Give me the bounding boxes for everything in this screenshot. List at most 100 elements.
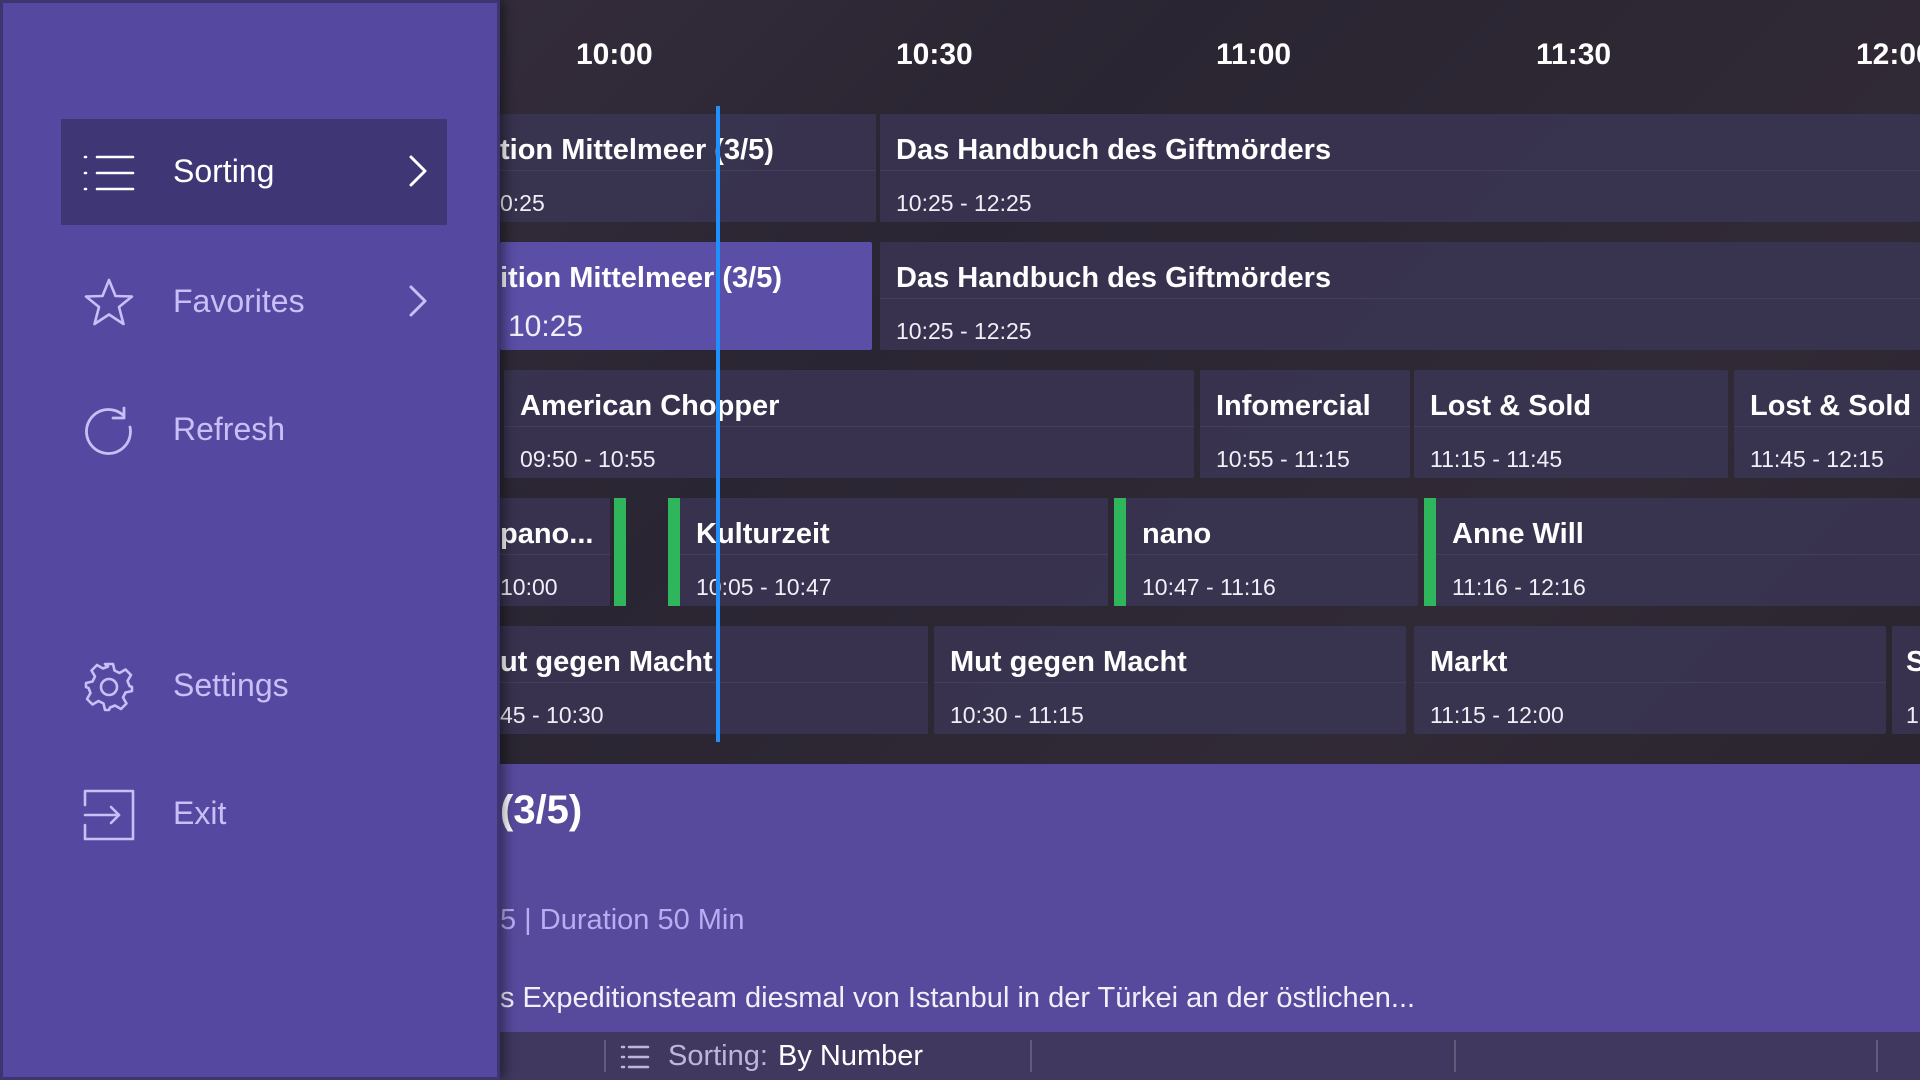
program-title: Infomercial bbox=[1216, 390, 1371, 422]
program-cell[interactable]: ut gegen Macht 45 - 10:30 bbox=[500, 626, 928, 734]
program-cell[interactable]: S 1 bbox=[1892, 626, 1920, 734]
program-cell[interactable]: Anne Will 11:16 - 12:16 bbox=[1436, 498, 1920, 606]
cell-divider bbox=[1414, 682, 1886, 683]
menu-item-exit[interactable]: Exit bbox=[61, 761, 447, 867]
menu-item-label: Refresh bbox=[173, 411, 286, 447]
program-time: 11:16 - 12:16 bbox=[1452, 574, 1586, 600]
program-title: Markt bbox=[1430, 646, 1508, 678]
list-icon bbox=[83, 155, 135, 191]
program-time: 10:30 - 11:15 bbox=[950, 702, 1084, 728]
cell-divider bbox=[1436, 554, 1920, 555]
channel-row: pano... 10:00 Kulturzeit 10:05 - 10:47 n… bbox=[500, 492, 1920, 610]
detail-meta: 5 | Duration 50 Min bbox=[500, 904, 745, 936]
program-time: 10:47 - 11:16 bbox=[1142, 574, 1276, 600]
program-title: tion Mittelmeer (3/5) bbox=[500, 134, 774, 166]
menu-item-label: Exit bbox=[173, 795, 227, 831]
cell-divider bbox=[500, 554, 610, 555]
menu-item-favorites[interactable]: Favorites bbox=[61, 249, 447, 355]
marker-bar bbox=[1114, 498, 1126, 606]
gap bbox=[630, 498, 632, 606]
program-title: Das Handbuch des Giftmörders bbox=[896, 262, 1332, 294]
program-title: Anne Will bbox=[1452, 518, 1584, 550]
program-cell[interactable]: tion Mittelmeer (3/5) 0:25 bbox=[500, 114, 876, 222]
time-tick: 11:30 bbox=[1536, 38, 1612, 71]
program-cell[interactable]: Das Handbuch des Giftmörders 10:25 - 12:… bbox=[880, 114, 1920, 222]
cell-divider bbox=[1126, 554, 1418, 555]
time-tick: 11:00 bbox=[1216, 38, 1292, 71]
program-cell[interactable]: Kulturzeit 10:05 - 10:47 bbox=[680, 498, 1108, 606]
time-tick: 10:00 bbox=[576, 38, 653, 71]
refresh-icon bbox=[85, 406, 132, 455]
marker-bar bbox=[614, 498, 626, 606]
program-cell[interactable]: Markt 11:15 - 12:00 bbox=[1414, 626, 1886, 734]
status-bar: Sorting: By Number bbox=[500, 1032, 1920, 1080]
channel-row: ut gegen Macht 45 - 10:30 Mut gegen Mach… bbox=[500, 620, 1920, 738]
status-divider bbox=[1030, 1040, 1032, 1072]
program-title: S bbox=[1906, 646, 1920, 678]
marker-bar bbox=[668, 498, 680, 606]
channel-row: tion Mittelmeer (3/5) 0:25 Das Handbuch … bbox=[500, 108, 1920, 226]
channel-row: ition Mittelmeer (3/5) 10:25 Das Handbuc… bbox=[500, 236, 1920, 354]
sorting-value: By Number bbox=[778, 1040, 924, 1072]
exit-icon bbox=[83, 789, 135, 841]
program-cell[interactable]: pano... 10:00 bbox=[500, 498, 610, 606]
detail-title: (3/5) bbox=[500, 788, 583, 832]
program-time: 0:25 bbox=[500, 190, 545, 216]
program-title: Lost & Sold bbox=[1430, 390, 1592, 422]
program-title: ition Mittelmeer (3/5) bbox=[500, 262, 782, 294]
cell-divider bbox=[1414, 426, 1728, 427]
cell-divider bbox=[1734, 426, 1920, 427]
channel-row: American Chopper 09:50 - 10:55 Infomerci… bbox=[500, 364, 1920, 482]
chevron-right-icon bbox=[409, 155, 427, 187]
program-time: 1 bbox=[1906, 702, 1919, 728]
menu-item-label: Favorites bbox=[173, 283, 305, 319]
menu-item-settings[interactable]: Settings bbox=[61, 633, 447, 739]
program-time: 11:45 - 12:15 bbox=[1750, 446, 1884, 472]
detail-description: s Expeditionsteam diesmal von Istanbul i… bbox=[500, 982, 1416, 1014]
program-time: 10:55 - 11:15 bbox=[1216, 446, 1350, 472]
cell-divider bbox=[934, 682, 1406, 683]
program-title: ut gegen Macht bbox=[500, 646, 713, 678]
cell-divider bbox=[500, 170, 876, 171]
cell-divider bbox=[880, 298, 1920, 299]
status-divider bbox=[604, 1040, 606, 1072]
program-cell[interactable]: Lost & Sold 11:45 - 12:15 bbox=[1734, 370, 1920, 478]
program-time: 11:15 - 11:45 bbox=[1430, 446, 1563, 472]
program-cell[interactable]: American Chopper 09:50 - 10:55 bbox=[504, 370, 1194, 478]
list-icon bbox=[620, 1045, 650, 1069]
gear-icon bbox=[84, 662, 134, 712]
cell-divider bbox=[880, 170, 1920, 171]
program-time: 10:25 bbox=[508, 310, 584, 343]
program-title: nano bbox=[1142, 518, 1212, 550]
program-cell[interactable]: Lost & Sold 11:15 - 11:45 bbox=[1414, 370, 1728, 478]
program-title: Das Handbuch des Giftmörders bbox=[896, 134, 1332, 166]
epg-grid: tion Mittelmeer (3/5) 0:25 Das Handbuch … bbox=[500, 108, 1920, 748]
timeline-header: 10:00 10:30 11:00 11:30 12:00 bbox=[500, 0, 1920, 104]
menu-item-label: Settings bbox=[173, 667, 289, 703]
menu-item-sorting[interactable]: Sorting bbox=[61, 119, 447, 225]
marker-bar bbox=[1424, 498, 1436, 606]
program-title: American Chopper bbox=[520, 390, 780, 422]
star-icon bbox=[84, 278, 134, 326]
program-cell[interactable]: Mut gegen Macht 10:30 - 11:15 bbox=[934, 626, 1406, 734]
program-title: pano... bbox=[500, 518, 594, 550]
chevron-right-icon bbox=[409, 285, 427, 317]
program-time: 10:00 bbox=[500, 574, 558, 600]
program-title: Lost & Sold bbox=[1750, 390, 1912, 422]
time-tick: 12:00 bbox=[1856, 38, 1920, 71]
cell-divider bbox=[680, 554, 1108, 555]
cell-divider bbox=[500, 682, 928, 683]
program-time: 45 - 10:30 bbox=[500, 702, 604, 728]
cell-divider bbox=[1200, 426, 1410, 427]
program-cell[interactable]: nano 10:47 - 11:16 bbox=[1126, 498, 1418, 606]
program-time: 09:50 - 10:55 bbox=[520, 446, 656, 472]
program-cell[interactable]: Infomercial 10:55 - 11:15 bbox=[1200, 370, 1410, 478]
program-time: 10:25 - 12:25 bbox=[896, 318, 1032, 344]
program-title: Mut gegen Macht bbox=[950, 646, 1187, 678]
menu-item-refresh[interactable]: Refresh bbox=[61, 377, 447, 483]
program-cell-selected[interactable]: ition Mittelmeer (3/5) 10:25 bbox=[500, 242, 872, 350]
menu-item-label: Sorting bbox=[173, 153, 275, 189]
side-menu: Sorting Favorites Refresh Settings Exit bbox=[0, 0, 500, 1080]
program-cell[interactable]: Das Handbuch des Giftmörders 10:25 - 12:… bbox=[880, 242, 1920, 350]
program-time: 10:25 - 12:25 bbox=[896, 190, 1032, 216]
